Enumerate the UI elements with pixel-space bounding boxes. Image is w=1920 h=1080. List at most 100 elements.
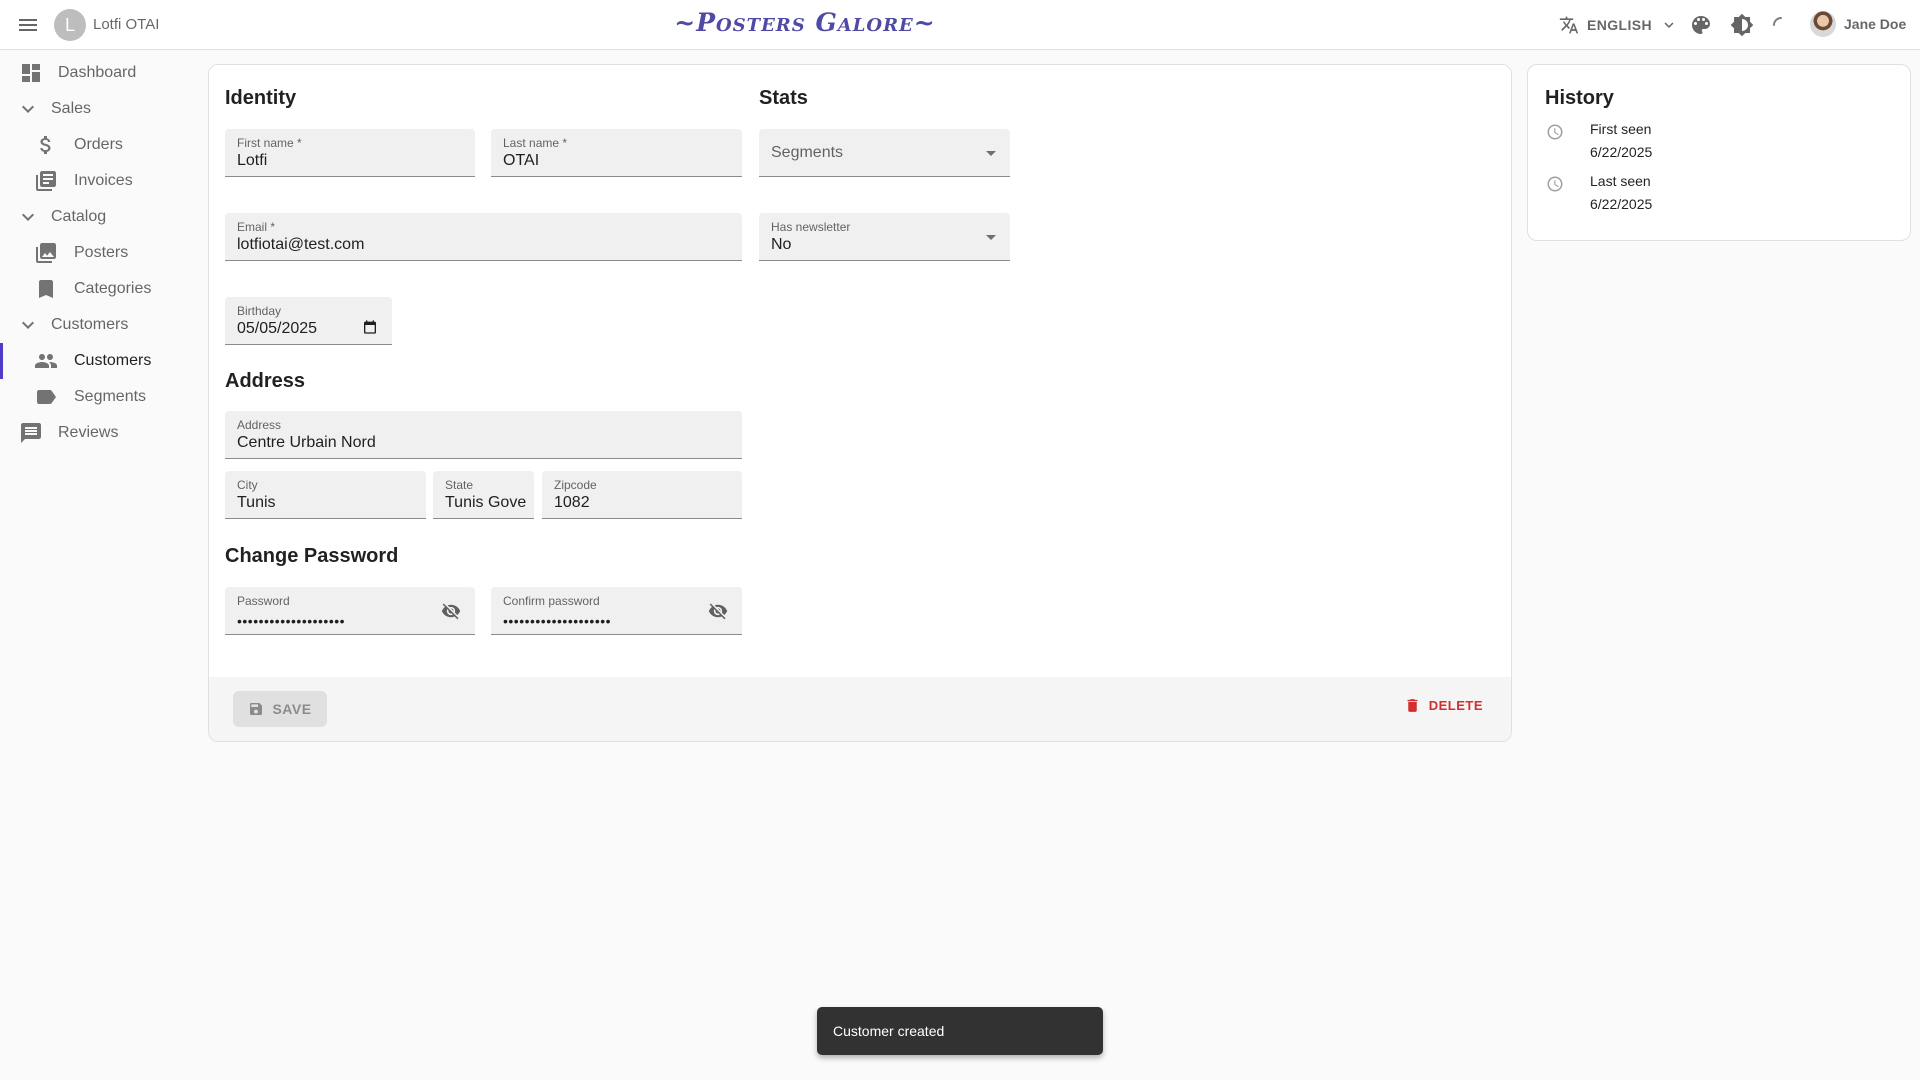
last-seen-item: Last seen 6/22/2025 <box>1546 173 1846 219</box>
stats-heading: Stats <box>759 87 808 109</box>
sidebar-item-categories[interactable]: Categories <box>0 271 200 307</box>
last-name-field[interactable]: Last name * OTAI <box>491 129 742 177</box>
address-heading: Address <box>225 370 306 392</box>
field-value: lotfiotai@test.com <box>237 236 365 253</box>
form-toolbar: SAVE DELETE <box>209 677 1511 741</box>
history-date: 6/22/2025 <box>1590 196 1653 212</box>
sidebar-item-label: Catalog <box>51 208 107 225</box>
field-label: Birthday <box>237 304 282 318</box>
label-icon <box>37 390 56 404</box>
visibility-off-icon[interactable] <box>441 601 461 621</box>
sidebar-item-label: Customers <box>51 316 129 333</box>
first-seen-item: First seen 6/22/2025 <box>1546 121 1846 167</box>
user-name: Jane Doe <box>1844 16 1907 32</box>
field-label: Address <box>237 418 282 432</box>
dollar-icon <box>40 136 51 154</box>
sidebar-group-catalog[interactable]: Catalog <box>0 199 200 235</box>
sidebar-item-label: Invoices <box>74 172 133 189</box>
library-books-icon <box>36 171 56 191</box>
people-icon <box>35 354 57 368</box>
delete-button[interactable]: DELETE <box>1404 697 1483 714</box>
chevron-down-icon <box>1664 22 1674 28</box>
zipcode-field[interactable]: Zipcode 1082 <box>542 471 742 519</box>
loading-spinner-icon <box>1773 17 1782 26</box>
sidebar-item-label: Dashboard <box>58 64 137 81</box>
field-value: Lotfi <box>237 152 268 169</box>
palette-icon[interactable] <box>1689 13 1713 37</box>
field-label: Password <box>237 594 290 608</box>
customer-edit-form: Identity Stats First name * Lotfi Last n… <box>208 64 1512 742</box>
sidebar: Dashboard Sales Orders Invoices Catalog … <box>0 55 200 451</box>
first-name-field[interactable]: First name * Lotfi <box>225 129 475 177</box>
field-placeholder: Segments <box>771 144 844 161</box>
state-field[interactable]: State Tunis Gove <box>433 471 534 519</box>
save-icon <box>250 703 263 715</box>
sidebar-item-label: Posters <box>74 244 129 261</box>
field-value: 1082 <box>554 494 590 511</box>
page-title: Lotfi OTAI <box>93 16 160 33</box>
sidebar-item-dashboard[interactable]: Dashboard <box>0 55 200 91</box>
segments-select[interactable]: Segments <box>759 129 1010 177</box>
language-label: ENGLISH <box>1587 17 1653 33</box>
snackbar-message: Customer created <box>833 1023 945 1039</box>
delete-icon <box>1407 699 1418 712</box>
comment-icon <box>21 423 41 443</box>
email-field[interactable]: Email * lotfiotai@test.com <box>225 213 742 261</box>
identity-heading: Identity <box>225 87 297 109</box>
bookmark-icon <box>39 280 53 298</box>
sidebar-item-invoices[interactable]: Invoices <box>0 163 200 199</box>
app-bar: L Lotfi OTAI ~Posters Galore~ ENGLISH Ja… <box>0 0 1920 50</box>
history-label: First seen <box>1590 121 1652 137</box>
dashboard-icon <box>22 64 40 82</box>
language-selector[interactable]: ENGLISH <box>1559 14 1678 36</box>
field-label: City <box>237 478 258 492</box>
password-field[interactable]: Password •••••••••••••••••••• <box>225 587 475 635</box>
sidebar-item-customers[interactable]: Customers <box>0 343 200 379</box>
sidebar-item-label: Categories <box>74 280 152 297</box>
city-field[interactable]: City Tunis <box>225 471 426 519</box>
field-label: Has newsletter <box>771 220 851 234</box>
sidebar-item-reviews[interactable]: Reviews <box>0 415 200 451</box>
visibility-off-icon[interactable] <box>708 601 728 621</box>
field-value: Centre Urbain Nord <box>237 434 376 451</box>
change-password-heading: Change Password <box>225 545 399 567</box>
delete-label: DELETE <box>1428 698 1483 713</box>
sidebar-item-posters[interactable]: Posters <box>0 235 200 271</box>
field-label: Confirm password <box>503 594 600 608</box>
field-value: •••••••••••••••••••• <box>237 613 346 629</box>
sidebar-item-label: Reviews <box>58 424 119 441</box>
menu-icon[interactable] <box>16 13 40 37</box>
snackbar-notification: Customer created <box>817 1007 1103 1055</box>
dropdown-arrow-icon <box>986 151 996 156</box>
save-label: SAVE <box>272 701 312 717</box>
chevron-down-icon <box>22 213 34 221</box>
sidebar-group-customers[interactable]: Customers <box>0 307 200 343</box>
history-date: 6/22/2025 <box>1590 144 1653 160</box>
field-value: Tunis Gove <box>445 494 526 511</box>
record-avatar: L <box>54 9 86 41</box>
sidebar-group-sales[interactable]: Sales <box>0 91 200 127</box>
chevron-down-icon <box>22 321 34 329</box>
user-avatar <box>1810 11 1836 37</box>
sidebar-item-segments[interactable]: Segments <box>0 379 200 415</box>
field-label: Email * <box>237 220 276 234</box>
translate-icon <box>1559 16 1579 34</box>
user-menu[interactable]: Jane Doe <box>1810 11 1906 37</box>
history-heading: History <box>1545 87 1614 109</box>
newsletter-select[interactable]: Has newsletter No <box>759 213 1010 261</box>
dropdown-arrow-icon <box>986 235 996 240</box>
save-button[interactable]: SAVE <box>233 691 327 727</box>
clock-icon <box>1547 176 1563 192</box>
clock-icon <box>1547 124 1563 140</box>
theme-toggle-icon[interactable] <box>1730 13 1754 37</box>
sidebar-item-orders[interactable]: Orders <box>0 127 200 163</box>
history-label: Last seen <box>1590 173 1651 189</box>
confirm-password-field[interactable]: Confirm password •••••••••••••••••••• <box>491 587 742 635</box>
app-logo: ~Posters Galore~ <box>674 8 936 37</box>
address-field[interactable]: Address Centre Urbain Nord <box>225 411 742 459</box>
history-card: History First seen 6/22/2025 Last seen 6… <box>1527 64 1911 241</box>
birthday-field[interactable]: Birthday 05/05/2025 <box>225 297 392 345</box>
collections-icon <box>36 243 56 263</box>
field-value: •••••••••••••••••••• <box>503 613 612 629</box>
calendar-icon[interactable] <box>362 319 378 335</box>
